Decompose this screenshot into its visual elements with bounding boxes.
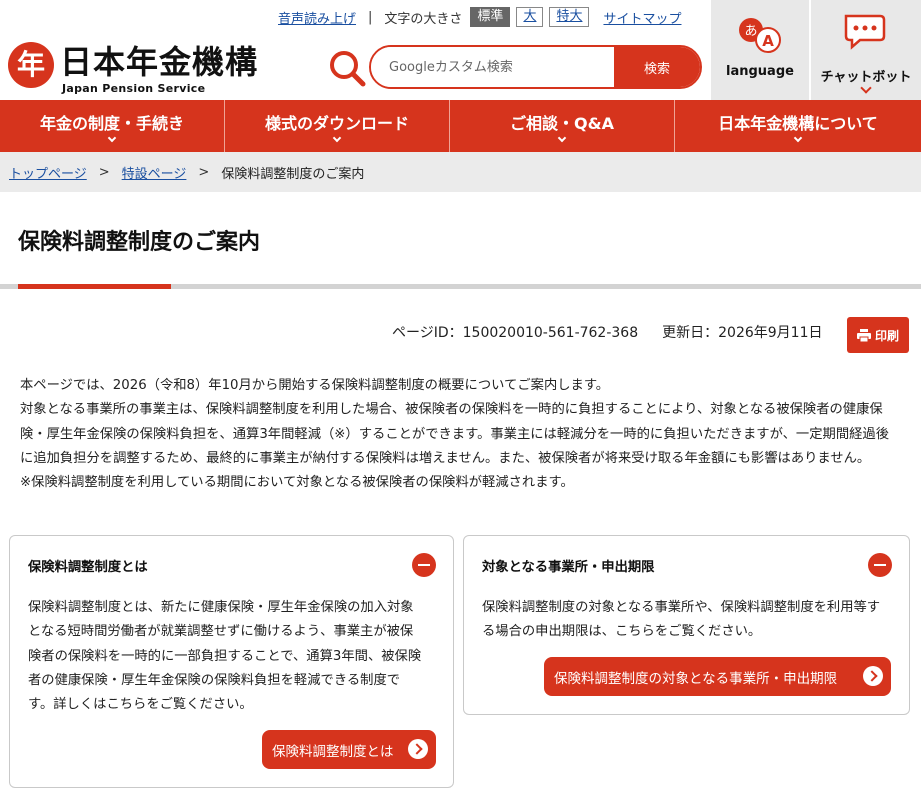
breadcrumb-link-top[interactable]: トップページ — [9, 163, 87, 182]
breadcrumb-current: 保険料調整制度のご案内 — [221, 166, 365, 182]
search-button[interactable]: 検索 — [614, 47, 700, 87]
card-eligible-offices: 対象となる事業所・申出期限 保険料調整制度の対象となる事業所や、保険料調整制度を… — [463, 535, 910, 715]
language-label: language — [726, 64, 794, 79]
logo-mark-icon: 年 — [8, 42, 54, 88]
page-id: ページID：150020010-561-762-368 — [392, 325, 639, 341]
language-button[interactable]: あ A language — [711, 0, 809, 100]
search-form: 検索 — [369, 45, 702, 89]
button-label: 保険料調整制度とは — [272, 743, 394, 760]
chevron-down-icon — [107, 133, 117, 143]
print-button[interactable]: 印刷 — [847, 317, 909, 353]
breadcrumb-separator: > — [198, 164, 210, 180]
card-system-overview: 保険料調整制度とは 保険料調整制度とは、新たに健康保険・厚生年金保険の加入対象と… — [9, 535, 454, 788]
nav-item-label: 年金の制度・手続き — [39, 114, 184, 133]
nav-item-label: 様式のダウンロード — [264, 114, 409, 133]
read-aloud-link[interactable]: 音声読み上げ — [278, 8, 356, 27]
arrow-right-icon — [863, 666, 883, 686]
chevron-down-icon — [332, 133, 342, 143]
logo-name-en: Japan Pension Service — [62, 82, 206, 95]
font-size-large-button[interactable]: 大 — [516, 7, 544, 27]
utility-bar: 音声読み上げ | 文字の大きさ 標準 大 特大 サイトマップ — [278, 6, 681, 28]
print-label: 印刷 — [874, 328, 899, 343]
sitemap-link[interactable]: サイトマップ — [603, 8, 681, 27]
button-label: 保険料調整制度の対象となる事業所・申出期限 — [554, 670, 838, 687]
breadcrumb-separator: > — [98, 164, 110, 180]
nav-item-about[interactable]: 日本年金機構について — [675, 100, 921, 152]
site-logo[interactable]: 年 日本年金機構 Japan Pension Service — [8, 40, 258, 98]
font-size-standard-button[interactable]: 標準 — [470, 7, 511, 27]
card-title: 対象となる事業所・申出期限 — [482, 560, 655, 575]
chevron-down-icon — [557, 133, 567, 143]
nav-item-label: 日本年金機構について — [718, 114, 878, 133]
chatbot-button[interactable]: チャットボット — [811, 0, 921, 100]
chevron-down-icon — [793, 133, 803, 143]
chatbot-icon — [844, 14, 886, 50]
svg-text:A: A — [762, 32, 774, 50]
breadcrumb: トップページ > 特設ページ > 保険料調整制度のご案内 — [0, 152, 921, 192]
intro-text: 本ページでは、2026（令和8）年10月から開始する保険料調整制度の概要について… — [20, 374, 900, 495]
card-body: 保険料調整制度の対象となる事業所や、保険料調整制度を利用等する場合の申出期限は、… — [482, 600, 881, 640]
arrow-right-icon — [408, 739, 428, 759]
collapse-icon[interactable] — [412, 553, 436, 577]
breadcrumb-link-special[interactable]: 特設ページ — [122, 163, 187, 182]
nav-item-consult[interactable]: ご相談・Q&A — [450, 100, 675, 152]
site-header: 音声読み上げ | 文字の大きさ 標準 大 特大 サイトマップ 年 日本年金機構 … — [0, 0, 921, 100]
global-nav: 年金の制度・手続き 様式のダウンロード ご相談・Q&A 日本年金機構について — [0, 100, 921, 152]
title-underline — [0, 284, 921, 289]
logo-mark-glyph: 年 — [16, 48, 45, 81]
nav-item-download[interactable]: 様式のダウンロード — [225, 100, 450, 152]
printer-icon — [856, 328, 871, 342]
eligible-offices-button[interactable]: 保険料調整制度の対象となる事業所・申出期限 — [544, 657, 891, 696]
nav-item-system[interactable]: 年金の制度・手続き — [0, 100, 225, 152]
intro-paragraph: 本ページでは、2026（令和8）年10月から開始する保険料調整制度の概要について… — [20, 378, 610, 393]
collapse-icon[interactable] — [868, 553, 892, 577]
card-title: 保険料調整制度とは — [28, 560, 148, 575]
title-underline-accent — [18, 284, 171, 289]
nav-item-label: ご相談・Q&A — [510, 114, 614, 133]
language-icon: あ A — [739, 18, 781, 53]
font-size-label: 文字の大きさ — [384, 11, 463, 27]
page-meta: ページID：150020010-561-762-368 更新日：2026年9月1… — [392, 322, 822, 342]
search-icon — [330, 51, 366, 87]
updated-date: 更新日：2026年9月11日 — [662, 325, 823, 341]
logo-name-jp: 日本年金機構 — [60, 43, 259, 81]
search-input[interactable] — [371, 47, 614, 87]
page-title: 保険料調整制度のご案内 — [18, 230, 261, 255]
intro-note: ※保険料調整制度を利用している期間において対象となる被保険者の保険料が軽減されま… — [20, 475, 574, 491]
card-body: 保険料調整制度とは、新たに健康保険・厚生年金保険の加入対象となる短時間労働者が就… — [28, 600, 422, 713]
intro-paragraph: 対象となる事業所の事業主は、保険料調整制度を利用した場合、被保険者の保険料を一時… — [20, 402, 890, 466]
utility-separator: | — [368, 9, 373, 25]
font-size-xlarge-button[interactable]: 特大 — [549, 7, 590, 27]
system-overview-button[interactable]: 保険料調整制度とは — [262, 730, 436, 769]
